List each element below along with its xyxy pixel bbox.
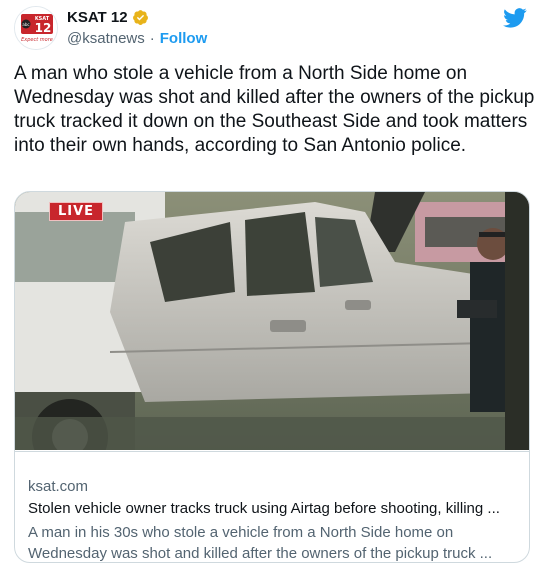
avatar-number-text: 12 [35, 21, 52, 35]
avatar-abc-text: abc [22, 22, 29, 27]
author-name-row: KSAT 12 [67, 9, 149, 26]
card-domain: ksat.com [28, 478, 89, 495]
card-image: LIVE [15, 192, 529, 450]
author-handle[interactable]: @ksatnews [67, 30, 145, 47]
follow-button[interactable]: Follow [160, 30, 208, 47]
card-description: A man in his 30s who stole a vehicle fro… [28, 524, 493, 562]
tweet-header: abc KSAT 12 Expect more KSAT 12 @ksatnew… [14, 6, 534, 50]
separator-dot: · [149, 30, 155, 47]
avatar-tagline-text: Expect more [21, 37, 53, 43]
tweet-text: A man who stole a vehicle from a North S… [14, 63, 535, 156]
twitter-bird-icon[interactable] [503, 8, 527, 28]
author-handle-row: @ksatnews · Follow [67, 30, 207, 47]
author-avatar[interactable]: abc KSAT 12 Expect more [14, 6, 58, 50]
card-body: ksat.com Stolen vehicle owner tracks tru… [15, 451, 529, 562]
live-badge: LIVE [49, 202, 104, 221]
card-title[interactable]: Stolen vehicle owner tracks truck using … [28, 500, 522, 517]
verified-badge-icon [132, 9, 149, 26]
author-display-name[interactable]: KSAT 12 [67, 9, 128, 26]
link-preview-card[interactable]: LIVE ksat.com Stolen vehicle owner track… [14, 191, 530, 563]
